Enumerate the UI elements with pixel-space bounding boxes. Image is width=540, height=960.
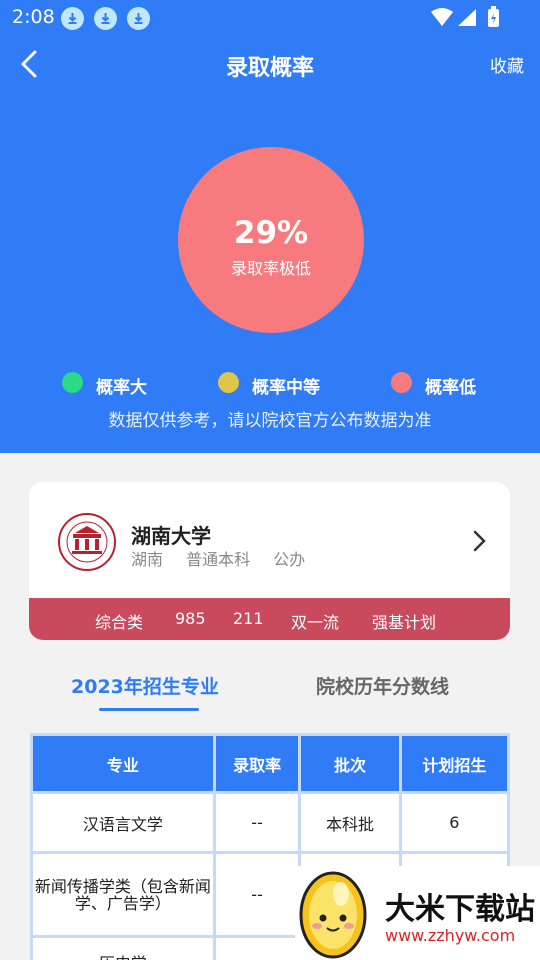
tab-enrollment-majors[interactable]: 2023年招生专业 bbox=[71, 672, 219, 699]
column-header-admission-rate: 录取率 bbox=[212, 733, 302, 794]
table-cell: 历史学 bbox=[30, 935, 216, 960]
university-card[interactable]: 湖南大学 湖南 普通本科 公办 综合类 985 211 双一流 强基计划 bbox=[29, 482, 510, 640]
university-location: 湖南 bbox=[131, 550, 164, 569]
column-header-batch: 批次 bbox=[298, 733, 402, 794]
table-cell: 汉语言文学 bbox=[30, 791, 216, 854]
table-cell: 本科批 bbox=[298, 791, 402, 854]
tag: 211 bbox=[233, 609, 264, 628]
table-header-row: 专业 录取率 批次 计划招生 bbox=[30, 733, 511, 794]
probability-circle: 29% 录取率极低 bbox=[178, 147, 364, 333]
probability-percent: 29% bbox=[233, 215, 309, 251]
download-notification-icon bbox=[61, 7, 84, 30]
watermark-url: www.zzhyw.com bbox=[385, 926, 516, 945]
site-watermark: 大米下载站 www.zzhyw.com bbox=[295, 866, 540, 960]
page-title: 录取概率 bbox=[225, 56, 314, 81]
active-tab-indicator bbox=[99, 708, 199, 711]
legend-dot-medium bbox=[218, 372, 239, 393]
tag: 985 bbox=[175, 609, 206, 628]
rice-mascot-logo bbox=[299, 871, 367, 959]
status-bar: 2:08 bbox=[0, 0, 540, 36]
university-name: 湖南大学 bbox=[131, 524, 211, 548]
university-emblem-icon bbox=[58, 513, 116, 571]
table-cell: -- bbox=[212, 791, 302, 854]
top-bar: 录取概率 收藏 bbox=[0, 36, 540, 92]
status-time: 2:08 bbox=[12, 6, 55, 28]
table-cell: 6 bbox=[398, 791, 511, 854]
disclaimer-text: 数据仅供参考，请以院校官方公布数据为准 bbox=[108, 411, 432, 431]
favorite-button[interactable]: 收藏 bbox=[490, 52, 524, 77]
university-tags: 综合类 985 211 双一流 强基计划 bbox=[29, 598, 510, 640]
download-notification-icon bbox=[127, 7, 150, 30]
system-status-icons bbox=[431, 6, 499, 27]
table-row[interactable]: 汉语言文学 -- 本科批 6 bbox=[30, 791, 511, 854]
legend-dot-low bbox=[391, 372, 412, 393]
chevron-right-icon[interactable] bbox=[468, 526, 490, 556]
tab-historical-scores[interactable]: 院校历年分数线 bbox=[316, 672, 449, 699]
column-header-plan: 计划招生 bbox=[398, 733, 511, 794]
table-cell bbox=[212, 935, 302, 960]
download-notification-icon bbox=[94, 7, 117, 30]
university-meta: 湖南 普通本科 公办 bbox=[131, 546, 323, 570]
university-ownership: 公办 bbox=[273, 550, 306, 569]
legend-dot-high bbox=[62, 372, 83, 393]
header-hero: 2:08 录取概率 收藏 29% 录取率极低 概率大 概率中等 概率低 数据仅供… bbox=[0, 0, 540, 453]
table-cell: 新闻传播学类（包含新闻学、广告学） bbox=[30, 851, 216, 938]
probability-label: 录取率极低 bbox=[230, 259, 311, 278]
university-level: 普通本科 bbox=[186, 550, 251, 569]
column-header-major: 专业 bbox=[30, 733, 216, 794]
watermark-title: 大米下载站 bbox=[385, 892, 535, 927]
tag: 双一流 bbox=[291, 613, 340, 632]
tag: 强基计划 bbox=[372, 613, 437, 632]
tag: 综合类 bbox=[95, 613, 144, 632]
table-cell: -- bbox=[212, 851, 302, 938]
